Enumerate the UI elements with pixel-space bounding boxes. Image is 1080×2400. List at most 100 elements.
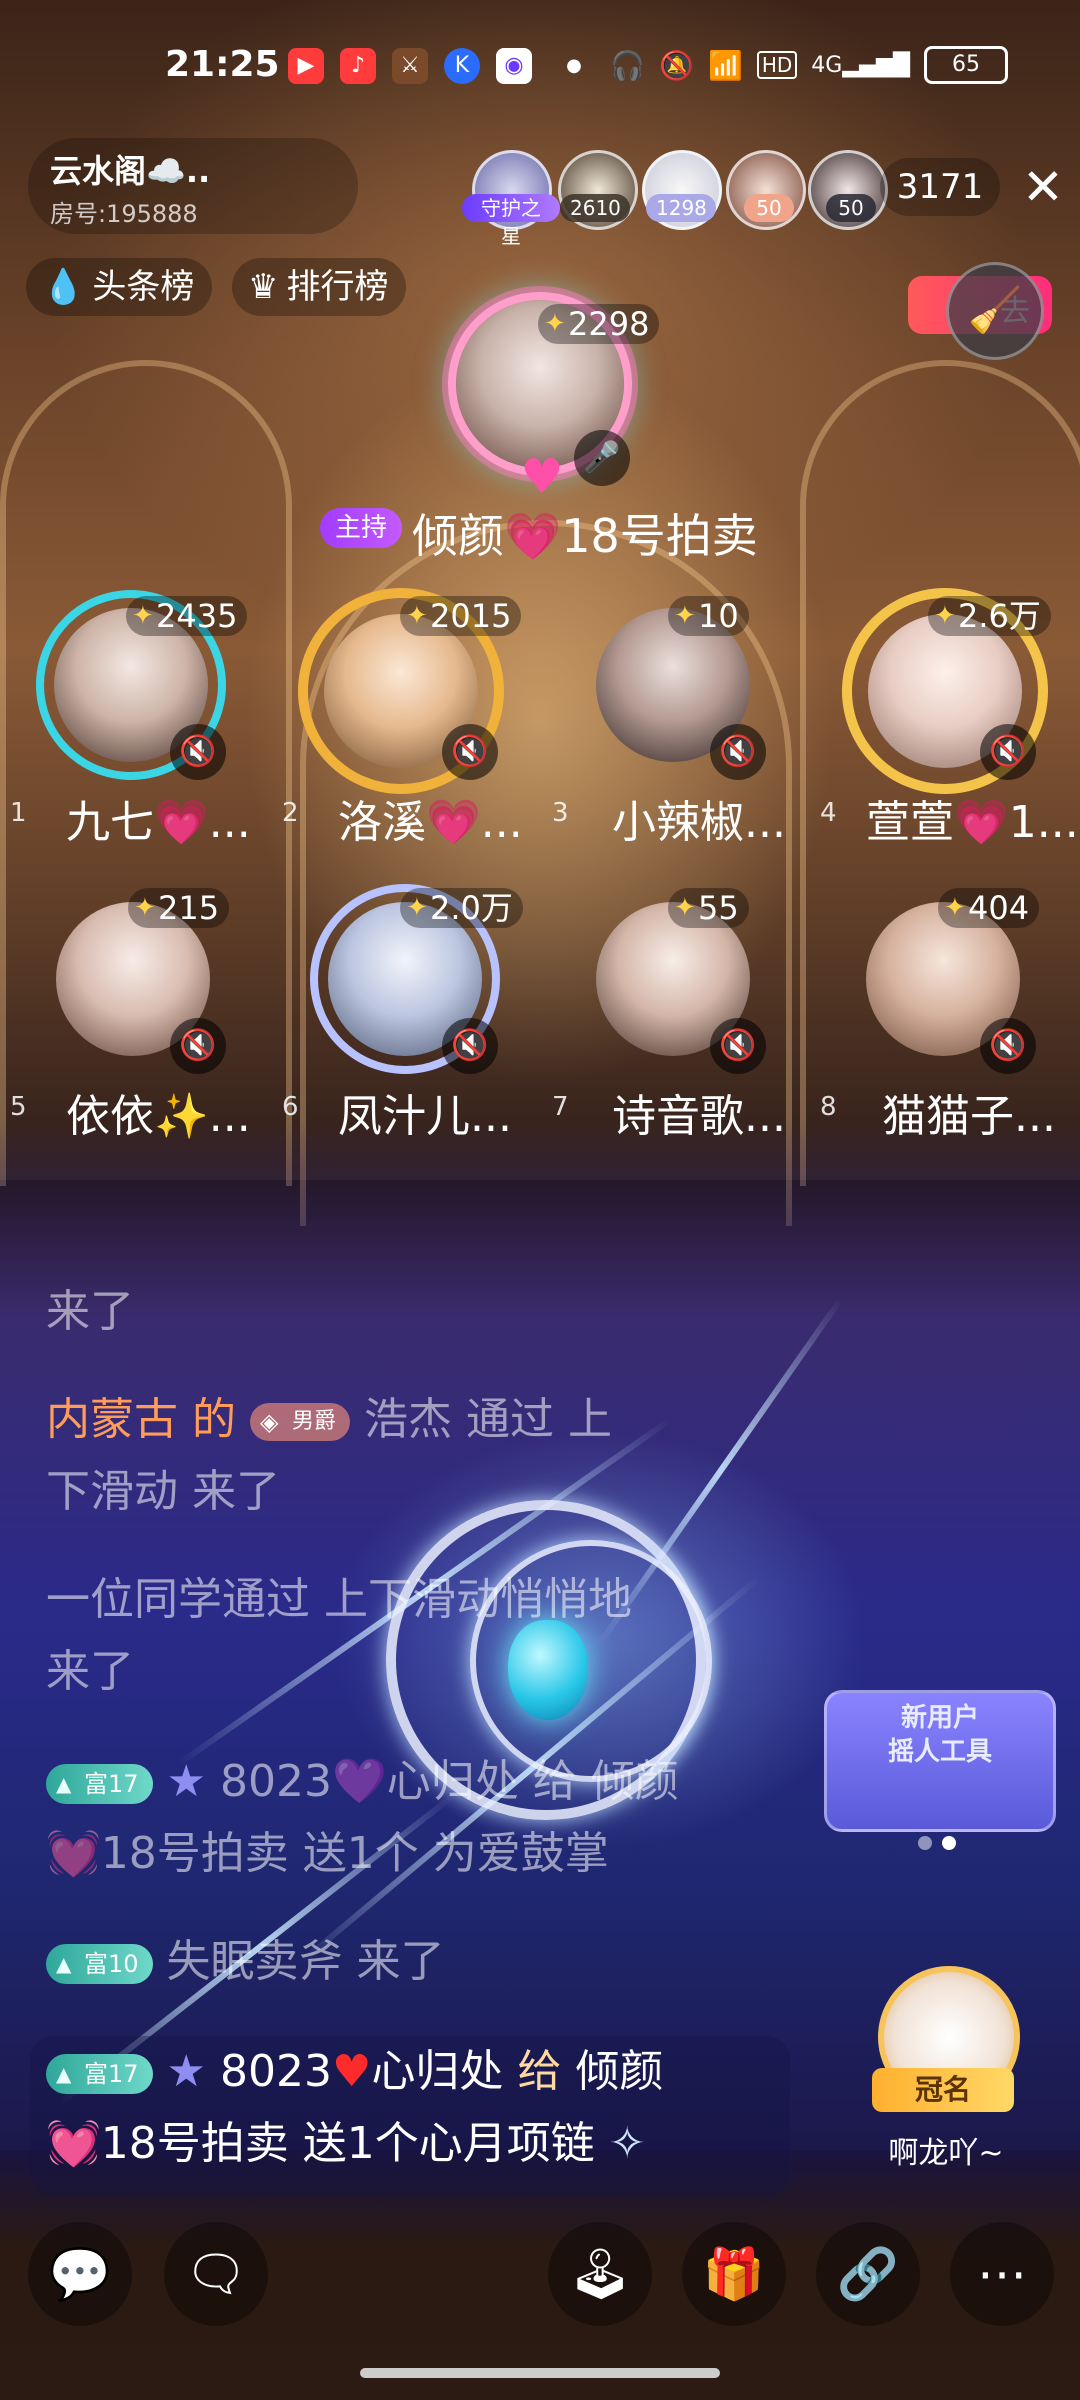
chat-text: 💓18号拍卖 送1个心月项链 xyxy=(46,2118,595,2169)
seat-name: 九七💗... xyxy=(66,797,251,848)
gift-icon[interactable]: 🎁 xyxy=(682,2222,786,2326)
seat-number: 2 xyxy=(282,798,299,828)
seat-score-value: 2.6万 xyxy=(958,597,1041,635)
necklace-gift-icon: ✧ xyxy=(608,2118,646,2169)
chat-message: 富10 失眠卖斧 来了 xyxy=(46,1926,445,1998)
guardian-badge: 守护之星 xyxy=(462,194,560,248)
seat-number: 3 xyxy=(552,798,569,828)
more-icon[interactable]: ⋯ xyxy=(950,2222,1054,2326)
chat-username[interactable]: 内蒙古 的 xyxy=(46,1394,236,1445)
new-user-label: 新用户 xyxy=(900,1703,979,1733)
new-user-tool-card[interactable]: 新用户 摇人工具 xyxy=(824,1690,1056,1832)
mic-muted-icon[interactable]: 🔇 xyxy=(980,1018,1036,1074)
battery-icon: 65 xyxy=(924,46,1008,84)
status-icons: 🎧 🔕 📶 HD 4G▂▄▆█ 65 xyxy=(610,46,1008,84)
star-icon: ✦ xyxy=(944,893,966,923)
room-id: 房号:195888 xyxy=(50,200,198,228)
chat-message: 💓18号拍卖 送1个 为爱鼓掌 xyxy=(46,1828,609,1879)
audience-badge: 2610 xyxy=(560,194,630,222)
seat-score: ✦ 2435 xyxy=(126,596,248,636)
chat-message: 下滑动 来了 xyxy=(46,1466,280,1517)
mic-muted-icon[interactable]: 🔇 xyxy=(710,1018,766,1074)
close-icon[interactable]: ✕ xyxy=(1018,158,1068,216)
seat-number: 6 xyxy=(282,1092,299,1122)
seat-score-value: 10 xyxy=(698,597,739,635)
seat-score-value: 2435 xyxy=(156,597,238,635)
seat-number: 1 xyxy=(10,798,27,828)
host-name: 倾颜💗18号拍卖 xyxy=(412,509,758,563)
star-icon: ✦ xyxy=(406,601,428,631)
cleanup-broom-icon[interactable]: 🧹 xyxy=(946,262,1044,360)
headline-rank-button[interactable]: 💧 头条榜 xyxy=(26,258,213,316)
star-icon: ✦ xyxy=(674,893,696,923)
clock: 21:25 xyxy=(165,44,280,85)
seat-score-value: 2015 xyxy=(430,597,512,635)
seat-number: 8 xyxy=(820,1092,837,1122)
home-indicator[interactable] xyxy=(360,2368,720,2378)
sponsor-name[interactable]: 啊龙吖~ xyxy=(856,2128,1036,2172)
wifi-icon: 📶 xyxy=(707,48,743,82)
mic-muted-icon[interactable]: 🔇 xyxy=(170,1018,226,1074)
mic-muted-icon[interactable]: 🔇 xyxy=(442,1018,498,1074)
chat-username[interactable]: 心归处 xyxy=(371,2046,503,2097)
link-icon[interactable]: 🔗 xyxy=(816,2222,920,2326)
chat-text: 浩杰 通过 上 xyxy=(364,1394,612,1445)
seat-name: 萱萱💗1... xyxy=(866,797,1079,848)
seat-name: 依依✨... xyxy=(66,1091,251,1142)
mic-muted-icon[interactable]: 🔇 xyxy=(170,724,226,780)
game-app-icon: ⚔ xyxy=(392,48,428,84)
headphones-icon: 🎧 xyxy=(610,48,646,82)
crown-icon: ♛ xyxy=(248,267,279,307)
chat-text: 给 xyxy=(517,2046,562,2097)
game-joystick-icon[interactable]: 🕹 xyxy=(548,2222,652,2326)
chat-message: 一位同学通过 上下滑动悄悄地 xyxy=(46,1574,632,1625)
heart-icon: ♥ xyxy=(520,449,564,505)
seat-score: ✦ 2015 xyxy=(400,596,522,636)
chat-message: 来了 xyxy=(46,1646,134,1697)
seat-score-value: 404 xyxy=(968,889,1030,927)
audience-badge: 50 xyxy=(826,194,876,222)
music-app-icon: ♪ xyxy=(340,48,376,84)
ranking-label: 排行榜 xyxy=(286,267,389,307)
chat-message: 来了 xyxy=(46,1286,134,1337)
video-app-icon: ▶ xyxy=(288,48,324,84)
seat-score: ✦ 2.0万 xyxy=(400,888,523,928)
seat-score-value: 215 xyxy=(158,889,220,927)
star-icon: ✦ xyxy=(544,309,566,339)
star-icon: ★ xyxy=(166,2046,206,2097)
room-info[interactable]: 云水阁☁️.. 房号:195888 xyxy=(28,138,358,234)
carousel-dot xyxy=(918,1836,932,1850)
chat-text: 8023💜心归处 给 倾颜 xyxy=(220,1756,679,1807)
chat-bubble-icon[interactable]: 💬 xyxy=(28,2222,132,2326)
chat-message: 内蒙古 的 男爵 浩杰 通过 上 xyxy=(46,1384,612,1456)
mic-muted-icon[interactable]: 🔇 xyxy=(442,724,498,780)
message-icon[interactable]: 🗨 xyxy=(164,2222,268,2326)
k-app-icon: K xyxy=(444,48,480,84)
mic-icon[interactable]: 🎤 xyxy=(574,430,630,486)
seat-score-value: 2.0万 xyxy=(430,889,513,927)
audience-badge: 50 xyxy=(744,194,794,222)
mic-muted-icon[interactable]: 🔇 xyxy=(710,724,766,780)
wealth-level-badge: 富17 xyxy=(46,2054,153,2094)
wealth-level-badge: 富17 xyxy=(46,1764,153,1804)
chat-target[interactable]: 倾颜 xyxy=(575,2046,663,2097)
ranking-button[interactable]: ♛ 排行榜 xyxy=(232,258,407,316)
network-type: 4G xyxy=(811,52,843,78)
seat-score: ✦ 2.6万 xyxy=(928,596,1051,636)
status-bar: 21:25 ▶ ♪ ⚔ K ◉ ● 🎧 🔕 📶 HD 4G▂▄▆█ 65 xyxy=(0,44,1080,94)
chat-message: 富17 ★ 8023♥心归处 给 倾颜 xyxy=(46,2036,663,2108)
host-score: ✦ 2298 xyxy=(538,304,660,344)
signal-icon: 4G▂▄▆█ xyxy=(811,52,910,78)
host-score-value: 2298 xyxy=(568,305,650,343)
room-name: 云水阁☁️.. xyxy=(50,152,211,190)
star-icon: ✦ xyxy=(134,893,156,923)
dot-icon: ● xyxy=(566,55,582,76)
star-icon: ✦ xyxy=(406,893,428,923)
audience-badge: 1298 xyxy=(646,194,716,222)
viewer-count[interactable]: 3171 xyxy=(880,158,1000,216)
sponsor-badge: 冠名 xyxy=(872,2068,1014,2112)
heart-icon: ♥ xyxy=(331,2046,372,2097)
mic-muted-icon[interactable]: 🔇 xyxy=(980,724,1036,780)
chat-username[interactable]: 8023 xyxy=(220,2046,332,2097)
seat-score: ✦ 404 xyxy=(938,888,1040,928)
